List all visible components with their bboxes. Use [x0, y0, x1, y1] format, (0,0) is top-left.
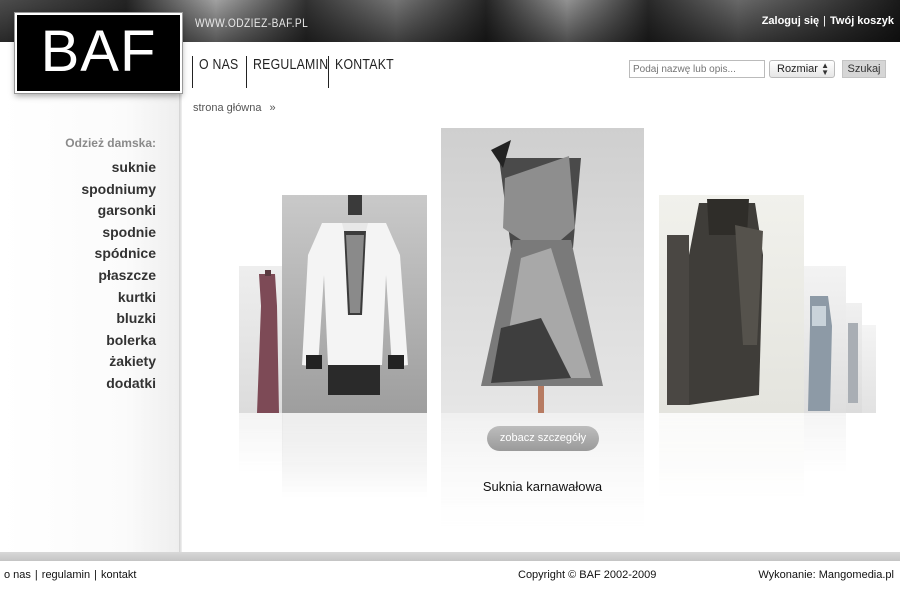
scarf-illustration: [667, 199, 763, 405]
category-item[interactable]: dodatki: [81, 373, 156, 395]
category-item[interactable]: spodnie: [81, 222, 156, 244]
copyright: Copyright © BAF 2002-2009: [518, 569, 657, 581]
reflection: [804, 413, 846, 473]
bottom-bar: [0, 552, 900, 561]
product-image[interactable]: [282, 195, 427, 413]
dress-illustration: [257, 270, 279, 413]
separator: |: [34, 569, 38, 581]
category-item[interactable]: bluzki: [81, 308, 156, 330]
category-item[interactable]: kurtki: [81, 287, 156, 309]
dress-illustration: [808, 296, 832, 411]
login-link[interactable]: Zaloguj się: [762, 15, 819, 27]
category-title: Odzież damska:: [65, 136, 156, 150]
size-select-label: Rozmiar: [777, 63, 818, 75]
product-image[interactable]: [846, 303, 862, 413]
footer-link-kontakt[interactable]: kontakt: [101, 569, 136, 581]
footer-link-o-nas[interactable]: o nas: [4, 569, 31, 581]
cart-link[interactable]: Twój koszyk: [830, 15, 894, 27]
product-image[interactable]: [659, 195, 804, 413]
credit-link[interactable]: Wykonanie: Mangomedia.pl: [758, 569, 894, 581]
product-image-main[interactable]: [441, 128, 644, 413]
details-button[interactable]: zobacz szczegóły: [487, 426, 599, 451]
size-select[interactable]: Rozmiar ▲ ▼: [769, 60, 835, 78]
nav-kontakt[interactable]: KONTAKT: [328, 56, 407, 88]
category-item[interactable]: płaszcze: [81, 265, 156, 287]
footer-links: o nas | regulamin | kontakt: [4, 569, 136, 581]
product-image[interactable]: [804, 266, 846, 413]
footer: o nas | regulamin | kontakt Copyright © BAF …: [0, 561, 900, 603]
chevron-updown-icon: ▲ ▼: [821, 61, 829, 77]
breadcrumb-home[interactable]: strona główna: [193, 102, 262, 114]
category-item[interactable]: spódnice: [81, 243, 156, 265]
logo[interactable]: BAF: [14, 12, 183, 94]
category-item[interactable]: bolerka: [81, 330, 156, 352]
reflection: [282, 413, 427, 498]
sidebar-divider: [179, 42, 182, 552]
nav-label: KONTAKT: [335, 56, 394, 73]
product-image[interactable]: [239, 266, 283, 413]
category-item[interactable]: suknie: [81, 157, 156, 179]
search-button[interactable]: Szukaj: [842, 60, 886, 78]
reflection: [239, 413, 283, 473]
breadcrumb-separator: »: [269, 102, 276, 114]
logo-text: BAF: [40, 19, 157, 84]
footer-link-regulamin[interactable]: regulamin: [42, 569, 90, 581]
nav-label: O NAS: [199, 56, 239, 73]
category-list: suknie spodniumy garsonki spodnie spódni…: [81, 157, 156, 395]
search-input[interactable]: [629, 60, 765, 78]
site-url: WWW.ODZIEZ-BAF.PL: [195, 16, 309, 30]
dress-illustration: [481, 140, 603, 413]
category-item[interactable]: żakiety: [81, 351, 156, 373]
nav-o-nas[interactable]: O NAS: [192, 56, 247, 88]
breadcrumb: strona główna »: [193, 102, 276, 114]
nav-label: REGULAMIN: [253, 56, 329, 73]
category-item[interactable]: garsonki: [81, 200, 156, 222]
blouse-illustration: [302, 195, 408, 395]
category-item[interactable]: spodniumy: [81, 179, 156, 201]
account-links: Zaloguj się | Twój koszyk: [762, 15, 894, 27]
separator: |: [94, 569, 97, 581]
separator: |: [823, 15, 827, 27]
dress-illustration: [848, 323, 858, 403]
reflection: [659, 413, 804, 498]
product-name[interactable]: Suknia karnawałowa: [441, 479, 644, 494]
